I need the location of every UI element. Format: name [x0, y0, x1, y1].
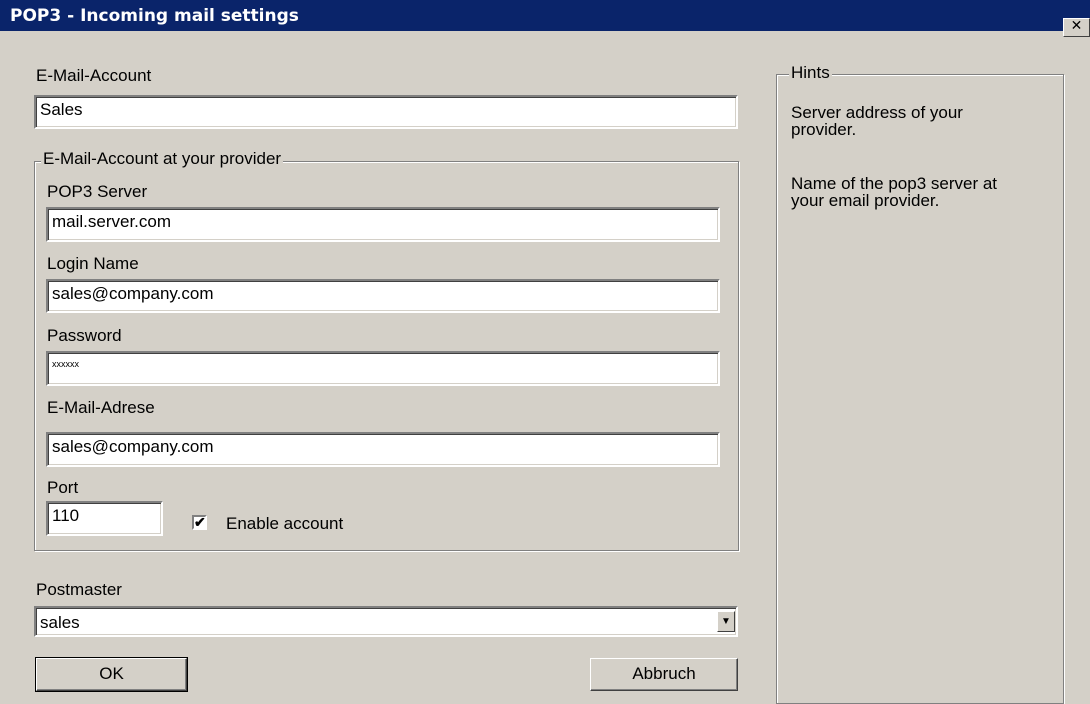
- password-input[interactable]: xxxxxx: [46, 351, 720, 386]
- login-name-input[interactable]: sales@company.com: [46, 279, 720, 313]
- hints-panel: [776, 74, 1064, 704]
- hint-pop3-server: Name of the pop3 server at your email pr…: [791, 174, 998, 210]
- ok-button[interactable]: OK: [35, 657, 188, 692]
- port-label: Port: [47, 478, 79, 497]
- hint-server-address: Server address of your provider.: [791, 103, 963, 139]
- window-title: POP3 - Incoming mail settings: [10, 6, 299, 26]
- postmaster-selected-value: sales: [40, 613, 80, 632]
- postmaster-select[interactable]: sales: [34, 606, 738, 637]
- enable-account-label[interactable]: Enable account: [226, 514, 343, 534]
- close-button[interactable]: ✕: [1063, 18, 1090, 37]
- postmaster-label: Postmaster: [36, 580, 122, 599]
- password-label: Password: [47, 326, 122, 345]
- title-bar: POP3 - Incoming mail settings: [0, 0, 1090, 31]
- port-input[interactable]: 110: [46, 501, 163, 536]
- pop3-server-label: POP3 Server: [47, 182, 148, 201]
- provider-group-legend: E-Mail-Account at your provider: [41, 149, 284, 169]
- pop3-server-input[interactable]: mail.server.com: [46, 207, 720, 242]
- hints-legend: Hints: [789, 63, 832, 83]
- account-label: E-Mail-Account: [36, 66, 152, 85]
- email-address-input[interactable]: sales@company.com: [46, 432, 720, 467]
- account-input[interactable]: Sales: [34, 95, 738, 129]
- close-icon: ✕: [1070, 18, 1083, 34]
- login-name-label: Login Name: [47, 254, 139, 273]
- dropdown-arrow-icon[interactable]: ▼: [717, 611, 735, 632]
- cancel-button[interactable]: Abbruch: [590, 658, 738, 691]
- enable-account-checkbox[interactable]: ✔: [192, 515, 207, 530]
- checkmark-icon: ✔: [194, 514, 206, 530]
- email-address-label: E-Mail-Adrese: [47, 398, 155, 417]
